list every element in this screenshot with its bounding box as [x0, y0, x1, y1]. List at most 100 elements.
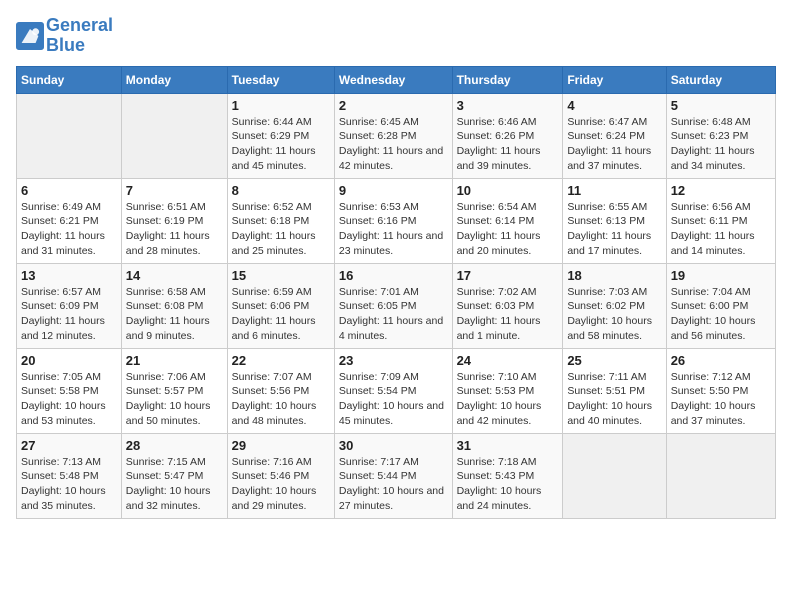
day-info: Sunrise: 6:45 AM Sunset: 6:28 PM Dayligh…	[339, 115, 448, 174]
calendar-week-row: 1Sunrise: 6:44 AM Sunset: 6:29 PM Daylig…	[17, 93, 776, 178]
calendar-cell: 10Sunrise: 6:54 AM Sunset: 6:14 PM Dayli…	[452, 178, 563, 263]
calendar-cell: 4Sunrise: 6:47 AM Sunset: 6:24 PM Daylig…	[563, 93, 666, 178]
day-number: 12	[671, 183, 771, 198]
calendar-cell: 8 Sunrise: 6:52 AM Sunset: 6:18 PM Daylig…	[227, 178, 334, 263]
calendar-cell: 26 Sunrise: 7:12 AM Sunset: 5:50 PM Dayli…	[666, 348, 775, 433]
day-info: Sunrise: 6:53 AM Sunset: 6:16 PM Dayligh…	[339, 200, 448, 259]
day-info: Sunrise: 6:49 AM Sunset: 6:21 PM Dayligh…	[21, 200, 117, 259]
calendar-cell: 27Sunrise: 7:13 AM Sunset: 5:48 PM Dayli…	[17, 433, 122, 518]
day-info: Sunrise: 6:46 AM Sunset: 6:26 PM Dayligh…	[457, 115, 559, 174]
calendar-week-row: 6 Sunrise: 6:49 AM Sunset: 6:21 PM Daylig…	[17, 178, 776, 263]
calendar-cell: 5 Sunrise: 6:48 AM Sunset: 6:23 PM Daylig…	[666, 93, 775, 178]
page-header: General Blue	[16, 16, 776, 56]
day-number: 26	[671, 353, 771, 368]
column-header-thursday: Thursday	[452, 66, 563, 93]
day-number: 4	[567, 98, 661, 113]
day-number: 22	[232, 353, 330, 368]
day-number: 28	[126, 438, 223, 453]
day-info: Sunrise: 7:16 AM Sunset: 5:46 PM Dayligh…	[232, 455, 330, 514]
logo: General Blue	[16, 16, 113, 56]
day-number: 3	[457, 98, 559, 113]
calendar-cell: 12 Sunrise: 6:56 AM Sunset: 6:11 PM Dayli…	[666, 178, 775, 263]
day-info: Sunrise: 6:52 AM Sunset: 6:18 PM Dayligh…	[232, 200, 330, 259]
day-number: 11	[567, 183, 661, 198]
day-info: Sunrise: 7:12 AM Sunset: 5:50 PM Dayligh…	[671, 370, 771, 429]
calendar-cell: 17Sunrise: 7:02 AM Sunset: 6:03 PM Dayli…	[452, 263, 563, 348]
day-info: Sunrise: 7:07 AM Sunset: 5:56 PM Dayligh…	[232, 370, 330, 429]
calendar-cell: 25Sunrise: 7:11 AM Sunset: 5:51 PM Dayli…	[563, 348, 666, 433]
calendar-cell: 9 Sunrise: 6:53 AM Sunset: 6:16 PM Daylig…	[334, 178, 452, 263]
day-info: Sunrise: 7:05 AM Sunset: 5:58 PM Dayligh…	[21, 370, 117, 429]
day-number: 10	[457, 183, 559, 198]
day-number: 27	[21, 438, 117, 453]
column-header-sunday: Sunday	[17, 66, 122, 93]
calendar-cell: 19 Sunrise: 7:04 AM Sunset: 6:00 PM Dayli…	[666, 263, 775, 348]
day-info: Sunrise: 6:57 AM Sunset: 6:09 PM Dayligh…	[21, 285, 117, 344]
logo-icon	[16, 22, 44, 50]
day-info: Sunrise: 7:01 AM Sunset: 6:05 PM Dayligh…	[339, 285, 448, 344]
day-number: 6	[21, 183, 117, 198]
calendar-cell: 20 Sunrise: 7:05 AM Sunset: 5:58 PM Dayli…	[17, 348, 122, 433]
day-number: 20	[21, 353, 117, 368]
day-number: 13	[21, 268, 117, 283]
calendar-cell: 30 Sunrise: 7:17 AM Sunset: 5:44 PM Dayli…	[334, 433, 452, 518]
calendar-cell: 11 Sunrise: 6:55 AM Sunset: 6:13 PM Dayli…	[563, 178, 666, 263]
calendar-cell: 21 Sunrise: 7:06 AM Sunset: 5:57 PM Dayli…	[121, 348, 227, 433]
day-info: Sunrise: 6:56 AM Sunset: 6:11 PM Dayligh…	[671, 200, 771, 259]
day-number: 16	[339, 268, 448, 283]
calendar-cell: 29 Sunrise: 7:16 AM Sunset: 5:46 PM Dayli…	[227, 433, 334, 518]
day-number: 5	[671, 98, 771, 113]
day-info: Sunrise: 7:18 AM Sunset: 5:43 PM Dayligh…	[457, 455, 559, 514]
calendar-table: SundayMondayTuesdayWednesdayThursdayFrid…	[16, 66, 776, 519]
calendar-cell: 13 Sunrise: 6:57 AM Sunset: 6:09 PM Dayli…	[17, 263, 122, 348]
day-info: Sunrise: 6:48 AM Sunset: 6:23 PM Dayligh…	[671, 115, 771, 174]
day-number: 7	[126, 183, 223, 198]
day-number: 14	[126, 268, 223, 283]
day-number: 18	[567, 268, 661, 283]
day-info: Sunrise: 6:55 AM Sunset: 6:13 PM Dayligh…	[567, 200, 661, 259]
day-number: 24	[457, 353, 559, 368]
day-number: 29	[232, 438, 330, 453]
day-number: 2	[339, 98, 448, 113]
column-header-friday: Friday	[563, 66, 666, 93]
column-header-saturday: Saturday	[666, 66, 775, 93]
calendar-week-row: 20 Sunrise: 7:05 AM Sunset: 5:58 PM Dayli…	[17, 348, 776, 433]
day-info: Sunrise: 6:58 AM Sunset: 6:08 PM Dayligh…	[126, 285, 223, 344]
day-number: 30	[339, 438, 448, 453]
day-number: 9	[339, 183, 448, 198]
calendar-cell: 16 Sunrise: 7:01 AM Sunset: 6:05 PM Dayli…	[334, 263, 452, 348]
calendar-cell: 7 Sunrise: 6:51 AM Sunset: 6:19 PM Daylig…	[121, 178, 227, 263]
day-number: 31	[457, 438, 559, 453]
day-info: Sunrise: 6:51 AM Sunset: 6:19 PM Dayligh…	[126, 200, 223, 259]
day-number: 15	[232, 268, 330, 283]
calendar-cell: 14 Sunrise: 6:58 AM Sunset: 6:08 PM Dayli…	[121, 263, 227, 348]
day-number: 19	[671, 268, 771, 283]
calendar-cell: 24Sunrise: 7:10 AM Sunset: 5:53 PM Dayli…	[452, 348, 563, 433]
calendar-cell	[121, 93, 227, 178]
calendar-cell: 15Sunrise: 6:59 AM Sunset: 6:06 PM Dayli…	[227, 263, 334, 348]
logo-text: General Blue	[46, 16, 113, 56]
day-info: Sunrise: 7:06 AM Sunset: 5:57 PM Dayligh…	[126, 370, 223, 429]
calendar-cell: 6 Sunrise: 6:49 AM Sunset: 6:21 PM Daylig…	[17, 178, 122, 263]
column-header-wednesday: Wednesday	[334, 66, 452, 93]
calendar-week-row: 13 Sunrise: 6:57 AM Sunset: 6:09 PM Dayli…	[17, 263, 776, 348]
column-header-monday: Monday	[121, 66, 227, 93]
day-info: Sunrise: 7:15 AM Sunset: 5:47 PM Dayligh…	[126, 455, 223, 514]
day-info: Sunrise: 7:17 AM Sunset: 5:44 PM Dayligh…	[339, 455, 448, 514]
day-info: Sunrise: 7:04 AM Sunset: 6:00 PM Dayligh…	[671, 285, 771, 344]
calendar-cell: 28 Sunrise: 7:15 AM Sunset: 5:47 PM Dayli…	[121, 433, 227, 518]
calendar-cell: 22 Sunrise: 7:07 AM Sunset: 5:56 PM Dayli…	[227, 348, 334, 433]
calendar-cell	[563, 433, 666, 518]
day-number: 17	[457, 268, 559, 283]
calendar-cell	[666, 433, 775, 518]
day-number: 23	[339, 353, 448, 368]
calendar-cell: 1Sunrise: 6:44 AM Sunset: 6:29 PM Daylig…	[227, 93, 334, 178]
calendar-body: 1Sunrise: 6:44 AM Sunset: 6:29 PM Daylig…	[17, 93, 776, 518]
calendar-cell	[17, 93, 122, 178]
day-number: 21	[126, 353, 223, 368]
day-number: 8	[232, 183, 330, 198]
day-info: Sunrise: 6:44 AM Sunset: 6:29 PM Dayligh…	[232, 115, 330, 174]
day-info: Sunrise: 7:11 AM Sunset: 5:51 PM Dayligh…	[567, 370, 661, 429]
day-info: Sunrise: 7:03 AM Sunset: 6:02 PM Dayligh…	[567, 285, 661, 344]
column-header-tuesday: Tuesday	[227, 66, 334, 93]
